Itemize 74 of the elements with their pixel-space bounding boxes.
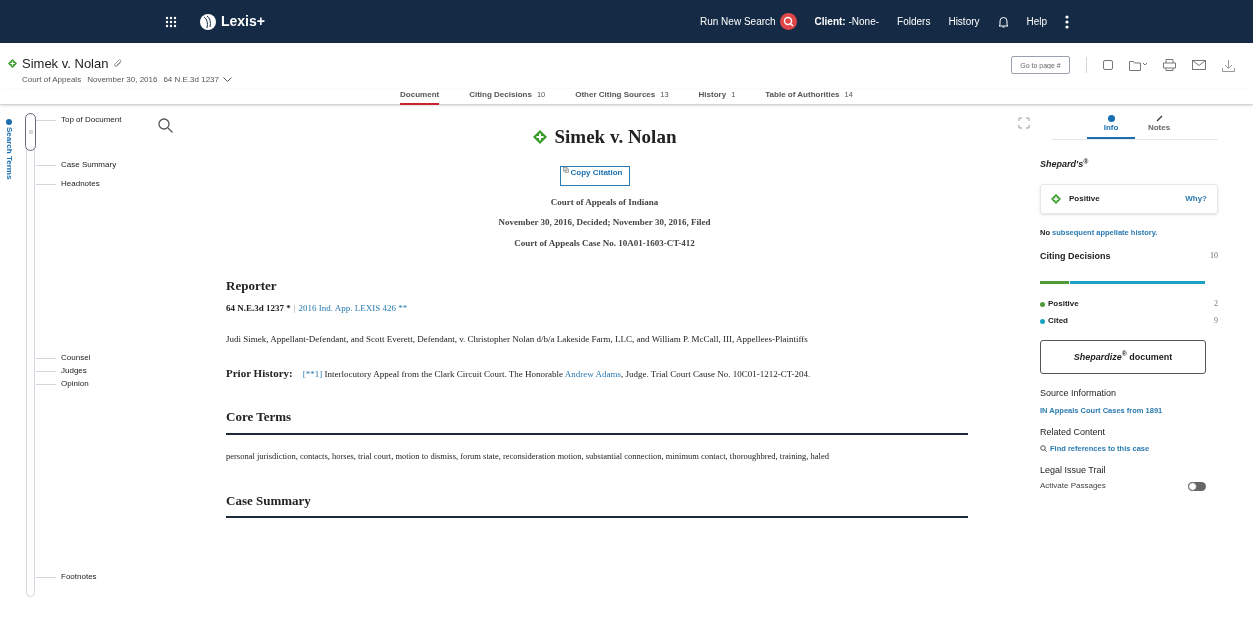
- info-icon: [1107, 115, 1115, 122]
- prior-history-text: [**1] Interlocutory Appeal from the Clark Circuit Court. The Honorable Andrew Adams, Judge. Trial Court Cause No. 10C01-1212-CT-204.: [302, 367, 811, 381]
- bell-icon[interactable]: [997, 15, 1009, 28]
- print-icon[interactable]: [1163, 59, 1176, 71]
- document-tab[interactable]: Document: [400, 89, 440, 105]
- court-name: Court of Appeals of Indiana: [549, 195, 660, 209]
- outline-link[interactable]: Footnotes: [56, 571, 97, 583]
- run-new-search-button[interactable]: Run New Search: [700, 13, 797, 30]
- shepards-heading: Shepard's$^{®}$: [1040, 158, 1090, 171]
- decision-dates: November 30, 2016, Decided; November 30, 2016, Filed: [497, 216, 712, 229]
- citing-decisions-heading: Citing Decisions: [1040, 249, 1111, 263]
- pencil-icon: [1155, 115, 1163, 122]
- lexis-citation-link[interactable]: 2016 Ind. App. LEXIS 426 **: [298, 301, 408, 315]
- case-number: Court of Appeals Case No. 10A01-1603-CT-412: [513, 236, 696, 250]
- search-icon: [1040, 444, 1047, 452]
- toggle-label: Activate Passages: [1040, 480, 1106, 493]
- prior-history-label: Prior History:: [226, 365, 293, 381]
- section-heading: Core Terms: [226, 407, 968, 435]
- document-title: Simek v. Nolan: [554, 125, 677, 149]
- positive-diamond-icon: [532, 130, 547, 145]
- nav-link[interactable]: Help: [1026, 14, 1048, 29]
- nav-link[interactable]: History: [948, 14, 980, 29]
- search-icon[interactable]: [158, 118, 173, 133]
- legend-count: 9: [1214, 315, 1218, 328]
- email-icon[interactable]: [1192, 60, 1206, 70]
- shepardize-button[interactable]: Shepardize$^{®}$ document: [1040, 340, 1206, 375]
- folder-icon[interactable]: [1129, 59, 1147, 71]
- core-terms-text: personal jurisdiction, contacts, horses, trial court, motion to dismiss, forum state, reconsideration motion, substantial connection, minimum contact, thoroughbred, training, haled: [226, 449, 830, 463]
- citation-dropdown[interactable]: 64 N.E.3d 1237: [163, 73, 233, 86]
- section-heading: Related Content: [1040, 426, 1107, 439]
- chevron-down-icon: [223, 77, 233, 82]
- positive-diamond-icon: [8, 59, 17, 69]
- legend-count: 2: [1214, 298, 1218, 311]
- section-heading: Source Information: [1040, 387, 1118, 401]
- legend-label: Cited: [1048, 315, 1068, 328]
- nav-link[interactable]: Folders: [897, 14, 931, 29]
- outline-link[interactable]: Top of Document: [56, 114, 122, 126]
- parties-text: Judi Simek, Appellant-Defendant, and Scott Everett, Defendant, v. Christopher Nolan d/b/a Lakeside Farm, LLC, and William P. McCall, III, Appellees-Plaintiffs: [226, 333, 809, 346]
- panel-tab[interactable]: Info: [1087, 115, 1135, 139]
- brand-name: Lexis+: [221, 12, 265, 31]
- scroll-handle[interactable]: [25, 113, 36, 151]
- section-heading: Case Summary: [226, 490, 968, 518]
- paperclip-icon[interactable]: [113, 58, 124, 69]
- outline-link[interactable]: Opinion: [56, 378, 89, 390]
- status-label: Positive: [1069, 192, 1100, 205]
- logo-icon: [199, 12, 217, 31]
- copy-citation-button[interactable]: Copy Citation: [559, 165, 630, 186]
- why-link[interactable]: Why?: [1185, 192, 1207, 205]
- legend-label: Positive: [1048, 298, 1079, 311]
- separator: |: [293, 301, 296, 315]
- section-heading: Legal Issue Trail: [1040, 463, 1107, 477]
- activate-passages-toggle[interactable]: [1188, 481, 1206, 491]
- info-dot-icon: [6, 119, 12, 125]
- copy-icon: [562, 166, 569, 173]
- court-name: Court of Appeals: [22, 73, 82, 86]
- search-icon: [779, 13, 797, 30]
- citing-count: 10: [1210, 249, 1218, 262]
- outline-link[interactable]: Headnotes: [56, 178, 100, 190]
- case-title: Simek v. Nolan: [22, 55, 109, 73]
- apps-grid-icon[interactable]: [165, 15, 177, 28]
- client-selector[interactable]: Client: -None-: [814, 14, 880, 29]
- reporter-citation: 64 N.E.3d 1237 *: [226, 301, 291, 315]
- outline-link[interactable]: Counsel: [56, 352, 91, 364]
- outline-link[interactable]: Case Summary: [56, 159, 117, 171]
- decision-date: November 30, 2016: [87, 73, 158, 86]
- checkbox-icon[interactable]: [1103, 60, 1113, 70]
- download-icon[interactable]: [1222, 58, 1235, 72]
- section-heading: Reporter: [226, 277, 278, 295]
- outline-link[interactable]: Judges: [56, 365, 87, 377]
- search-terms-tab[interactable]: Search Terms: [5, 127, 13, 180]
- positive-diamond-icon: [1051, 193, 1061, 204]
- more-icon[interactable]: [1065, 14, 1070, 29]
- judge-link[interactable]: Andrew Adams: [564, 368, 621, 379]
- panel-tab[interactable]: Notes: [1135, 115, 1183, 139]
